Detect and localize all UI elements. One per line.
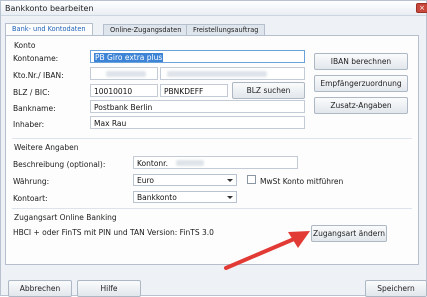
kontoart-value: Bankkonto [137, 193, 177, 202]
kontoart-label: Kontoart: [13, 194, 48, 203]
zugangsart-group-label: Zugangsart Online Banking [14, 213, 117, 222]
redacted-ktonr [106, 71, 146, 77]
redacted-beschreibung [176, 160, 204, 166]
empfaengerzuordnung-button[interactable]: Empfängerzuordnung [314, 75, 408, 92]
bic-field[interactable]: PBNKDEFF [160, 84, 228, 97]
kontoname-value: PB Giro extra plus [94, 53, 164, 62]
zugangsart-info: HBCI + oder FinTS mit PIN und TAN Versio… [13, 228, 214, 237]
annotation-arrow-icon [224, 231, 310, 270]
zusatz-angaben-button[interactable]: Zusatz-Angaben [314, 97, 408, 114]
hilfe-button[interactable]: Hilfe [77, 280, 141, 297]
blz-field[interactable]: 10010010 [90, 84, 158, 97]
tab-freistellungsauftrag[interactable]: Freistellungsauftrag [186, 24, 266, 35]
mwst-checkbox[interactable] [247, 175, 256, 184]
blz-suchen-button[interactable]: BLZ suchen [232, 82, 305, 99]
window-title: Bankkonto bearbeiten [5, 4, 94, 13]
tab-online-zugangsdaten[interactable]: Online-Zugangsdaten [103, 24, 189, 35]
abbrechen-button[interactable]: Abbrechen [8, 280, 72, 297]
kontoname-field[interactable]: PB Giro extra plus [90, 50, 305, 63]
tab-panel: Konto Kontoname: PB Giro extra plus Kto.… [5, 35, 419, 270]
section-divider [12, 138, 412, 139]
dialog-window: Bankkonto bearbeiten × Bank- und Kontoda… [0, 0, 427, 297]
kontoart-select[interactable]: Bankkonto [133, 191, 237, 203]
chevron-down-icon [227, 196, 233, 199]
redacted-iban [167, 71, 267, 77]
zugangsart-aendern-button[interactable]: Zugangsart ändern [311, 225, 387, 242]
inhaber-label: Inhaber: [13, 120, 45, 129]
inhaber-field[interactable]: Max Rau [90, 116, 305, 129]
close-icon[interactable]: × [416, 3, 427, 13]
waehrung-label: Währung: [13, 177, 50, 186]
beschreibung-label: Beschreibung (optional): [13, 160, 106, 169]
waehrung-select[interactable]: Euro [133, 174, 237, 186]
iban-field[interactable] [160, 67, 305, 80]
tab-bank-kontodaten[interactable]: Bank- und Kontodaten [5, 23, 93, 35]
waehrung-value: Euro [137, 176, 154, 185]
bankname-value: Postbank Berlin [94, 103, 153, 112]
bankname-field[interactable]: Postbank Berlin [90, 100, 305, 113]
kontoname-label: Kontoname: [13, 54, 59, 63]
weitere-angaben-label: Weitere Angaben [14, 143, 79, 152]
mwst-label: MwSt Konto mitführen [260, 177, 344, 186]
blz-value: 10010010 [94, 87, 133, 96]
blz-bic-label: BLZ / BIC: [13, 88, 50, 97]
section-divider [12, 208, 412, 209]
inhaber-value: Max Rau [94, 119, 127, 128]
iban-berechnen-button[interactable]: IBAN berechnen [314, 53, 408, 70]
bankname-label: Bankname: [13, 104, 56, 113]
chevron-down-icon [227, 179, 233, 182]
title-bar: Bankkonto bearbeiten × [1, 1, 427, 16]
beschreibung-field[interactable]: Kontonr. [133, 156, 298, 169]
bic-value: PBNKDEFF [164, 87, 204, 96]
beschreibung-value: Kontonr. [137, 159, 168, 168]
speichern-button[interactable]: Speichern [365, 280, 427, 297]
ktonr-iban-label: Kto.Nr./ IBAN: [13, 71, 64, 80]
konto-group-label: Konto [14, 41, 36, 50]
